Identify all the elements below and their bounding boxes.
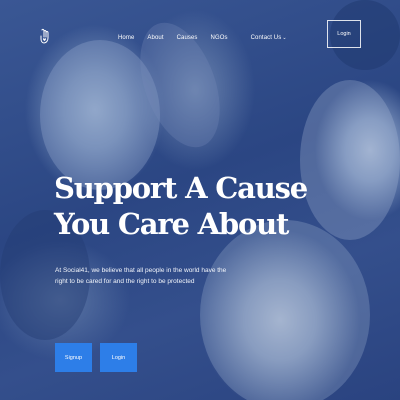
nav-item-contact-label: Contact Us (250, 35, 282, 41)
nav-login-button[interactable]: Login (327, 20, 361, 48)
hero-title: Support A Cause You Care About (54, 170, 314, 242)
chevron-down-icon: ⌄ (282, 35, 287, 41)
nav-item-causes[interactable]: Causes (177, 35, 198, 41)
nav-item-contact-us[interactable]: Contact Us⌄ (251, 35, 287, 41)
hand-heart-icon[interactable] (38, 27, 52, 45)
nav-menu: Home About Causes NGOs Contact Us⌄ (118, 35, 287, 41)
background-photo-shape (200, 220, 370, 400)
nav-item-about[interactable]: About (147, 35, 163, 41)
top-nav: Home About Causes NGOs Contact Us⌄ Login (0, 0, 400, 80)
hero-section: Home About Causes NGOs Contact Us⌄ Login… (0, 0, 400, 400)
hero-subtitle: At Social41, we believe that all people … (55, 267, 227, 285)
nav-item-home[interactable]: Home (118, 35, 134, 41)
signup-button[interactable]: Signup (55, 343, 92, 372)
login-button[interactable]: Login (100, 343, 137, 372)
background-photo-shape (300, 80, 400, 240)
nav-item-ngos[interactable]: NGOs (211, 35, 228, 41)
hero-title-line-2: You Care About (54, 207, 289, 241)
hero-title-line-1: Support A Cause (54, 171, 308, 205)
